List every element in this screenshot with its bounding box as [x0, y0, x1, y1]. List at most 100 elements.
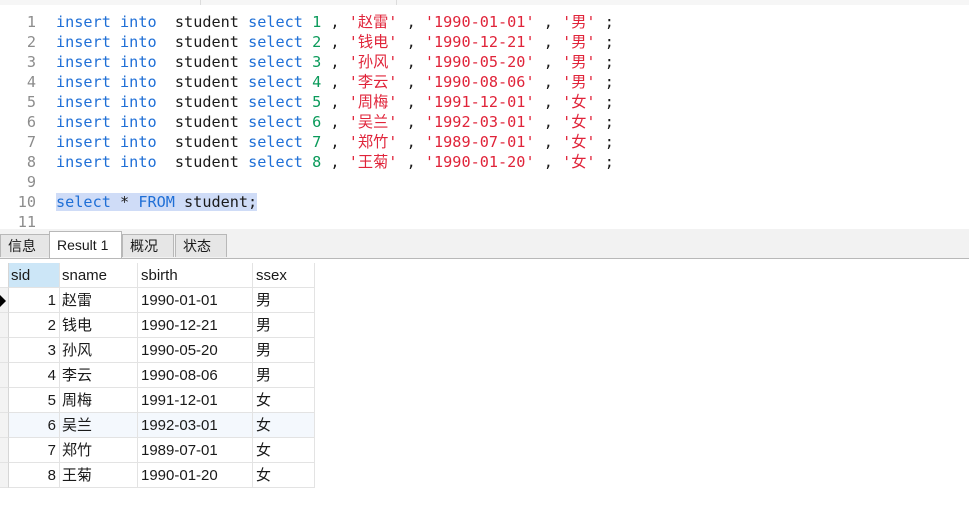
cell-ssex[interactable]: 女 — [253, 413, 315, 438]
keyword-select: select — [248, 113, 303, 131]
line-number: 10 — [17, 193, 36, 211]
value-sid: 2 — [312, 33, 322, 51]
tab-result-1[interactable]: Result 1 — [49, 231, 122, 258]
cell-sname[interactable]: 吴兰 — [60, 413, 138, 438]
row-indicator[interactable] — [0, 388, 9, 413]
tab-status[interactable]: 状态 — [175, 234, 227, 257]
row-indicator[interactable] — [0, 338, 9, 363]
cell-sname[interactable]: 郑竹 — [60, 438, 138, 463]
column-header-sname[interactable]: sname — [60, 263, 138, 288]
cell-ssex[interactable]: 男 — [253, 363, 315, 388]
table-row[interactable]: 2 钱电 1990-12-21 男 — [0, 313, 315, 338]
separator: , — [543, 113, 553, 131]
cell-sid[interactable]: 6 — [9, 413, 60, 438]
table-row[interactable]: 3 孙风 1990-05-20 男 — [0, 338, 315, 363]
statement-end: ; — [604, 153, 614, 171]
line-number: 3 — [26, 53, 36, 71]
column-header-ssex[interactable]: ssex — [253, 263, 315, 288]
cell-ssex[interactable]: 女 — [253, 388, 315, 413]
separator: , — [543, 93, 553, 111]
cell-sid[interactable]: 5 — [9, 388, 60, 413]
keyword-insert: insert — [56, 53, 111, 71]
column-header-sbirth[interactable]: sbirth — [138, 263, 253, 288]
separator: , — [406, 53, 416, 71]
sql-editor[interactable]: 1 insert into student select 1 , '赵雷' , '… — [0, 0, 969, 229]
row-indicator[interactable] — [0, 413, 9, 438]
table-row[interactable]: 4 李云 1990-08-06 男 — [0, 363, 315, 388]
separator: , — [543, 73, 553, 91]
row-indicator[interactable] — [0, 288, 9, 313]
separator: , — [406, 153, 416, 171]
cell-sbirth[interactable]: 1992-03-01 — [138, 413, 253, 438]
cell-sbirth[interactable]: 1989-07-01 — [138, 438, 253, 463]
code-line[interactable]: 11 — [0, 212, 56, 229]
row-indicator[interactable] — [0, 313, 9, 338]
cell-sname[interactable]: 李云 — [60, 363, 138, 388]
cell-sbirth[interactable]: 1990-05-20 — [138, 338, 253, 363]
table-name: student — [174, 13, 239, 31]
cell-sid[interactable]: 4 — [9, 363, 60, 388]
row-indicator[interactable] — [0, 463, 9, 488]
value-ssex: '女' — [562, 133, 596, 151]
value-ssex: '女' — [562, 153, 596, 171]
column-header-sid[interactable]: sid — [9, 263, 60, 288]
line-number: 4 — [26, 73, 36, 91]
cell-sbirth[interactable]: 1990-12-21 — [138, 313, 253, 338]
code-line[interactable]: 2 insert into student select 2 , '钱电' , '… — [0, 32, 614, 52]
code-line[interactable]: 6 insert into student select 6 , '吴兰' , '… — [0, 112, 614, 132]
code-line[interactable]: 9 — [0, 172, 56, 192]
cell-sname[interactable]: 赵雷 — [60, 288, 138, 313]
separator: , — [330, 73, 340, 91]
table-row[interactable]: 1 赵雷 1990-01-01 男 — [0, 288, 315, 313]
value-sid: 1 — [312, 13, 322, 31]
tab-divider — [0, 258, 969, 259]
keyword-select: select — [248, 153, 303, 171]
code-line[interactable]: 7 insert into student select 7 , '郑竹' , '… — [0, 132, 614, 152]
row-indicator[interactable] — [0, 363, 9, 388]
cell-sname[interactable]: 周梅 — [60, 388, 138, 413]
keyword-select: select — [56, 193, 111, 211]
cell-sname[interactable]: 钱电 — [60, 313, 138, 338]
cell-ssex[interactable]: 男 — [253, 338, 315, 363]
cell-sbirth[interactable]: 1991-12-01 — [138, 388, 253, 413]
code-line[interactable]: 10 select * FROM student; — [0, 192, 258, 212]
editor-top-strip — [0, 0, 969, 5]
cell-sname[interactable]: 孙风 — [60, 338, 138, 363]
code-line[interactable]: 8 insert into student select 8 , '王菊' , '… — [0, 152, 614, 172]
table-row[interactable]: 8 王菊 1990-01-20 女 — [0, 463, 315, 488]
cell-sbirth[interactable]: 1990-01-20 — [138, 463, 253, 488]
cell-ssex[interactable]: 男 — [253, 313, 315, 338]
cell-sid[interactable]: 2 — [9, 313, 60, 338]
table-row[interactable]: 5 周梅 1991-12-01 女 — [0, 388, 315, 413]
cell-sid[interactable]: 3 — [9, 338, 60, 363]
cell-ssex[interactable]: 男 — [253, 288, 315, 313]
cell-sid[interactable]: 1 — [9, 288, 60, 313]
keyword-into: into — [120, 73, 157, 91]
cell-sid[interactable]: 8 — [9, 463, 60, 488]
code-line[interactable]: 5 insert into student select 5 , '周梅' , '… — [0, 92, 614, 112]
cell-sid[interactable]: 7 — [9, 438, 60, 463]
table-row[interactable]: 7 郑竹 1989-07-01 女 — [0, 438, 315, 463]
tab-info[interactable]: 信息 — [0, 234, 50, 257]
cell-sname[interactable]: 王菊 — [60, 463, 138, 488]
row-indicator[interactable] — [0, 438, 9, 463]
selected-query: select * FROM student; — [56, 193, 258, 211]
value-sbirth: '1992-03-01' — [424, 113, 535, 131]
cell-sbirth[interactable]: 1990-08-06 — [138, 363, 253, 388]
value-sid: 3 — [312, 53, 322, 71]
keyword-insert: insert — [56, 133, 111, 151]
code-line[interactable]: 4 insert into student select 4 , '李云' , '… — [0, 72, 614, 92]
value-sbirth: '1990-01-20' — [424, 153, 535, 171]
value-sid: 4 — [312, 73, 322, 91]
separator: , — [406, 73, 416, 91]
tab-overview[interactable]: 概况 — [122, 234, 174, 257]
code-line[interactable]: 3 insert into student select 3 , '孙风' , '… — [0, 52, 614, 72]
cell-sbirth[interactable]: 1990-01-01 — [138, 288, 253, 313]
cell-ssex[interactable]: 女 — [253, 438, 315, 463]
separator: , — [543, 153, 553, 171]
code-line[interactable]: 1 insert into student select 1 , '赵雷' , '… — [0, 12, 614, 32]
cell-ssex[interactable]: 女 — [253, 463, 315, 488]
table-row[interactable]: 6 吴兰 1992-03-01 女 — [0, 413, 315, 438]
line-number: 6 — [26, 113, 36, 131]
line-number: 2 — [26, 33, 36, 51]
